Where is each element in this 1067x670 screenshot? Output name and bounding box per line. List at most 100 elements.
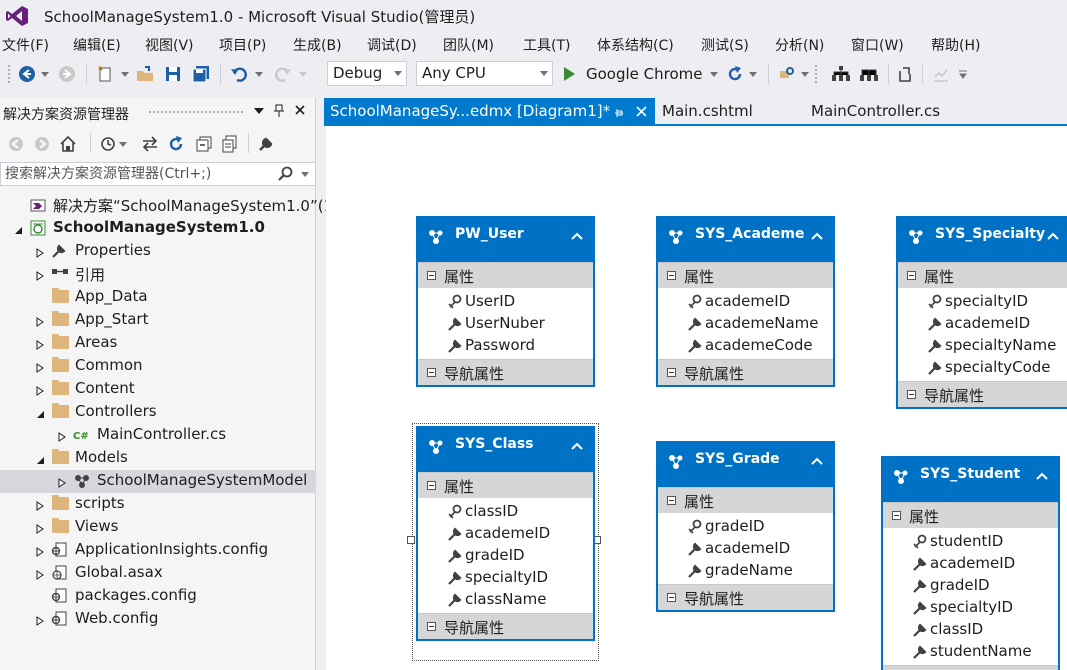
solution-platform-select[interactable]: Any CPU	[416, 61, 553, 86]
back-icon[interactable]	[6, 134, 26, 154]
chevron-up-icon[interactable]	[571, 438, 583, 454]
entity-property[interactable]: specialtyCode	[898, 357, 1067, 379]
entity-header[interactable]: SYS_Grade	[658, 443, 833, 487]
menu-debug[interactable]: 调试(D)	[367, 34, 417, 56]
search-icon[interactable]	[277, 166, 293, 182]
entity-property[interactable]: academeID	[658, 538, 833, 560]
tree-item[interactable]: Models	[0, 447, 316, 470]
collapsed-arrow-icon[interactable]	[57, 476, 67, 488]
collapsed-arrow-icon[interactable]	[57, 430, 67, 442]
navigation-section-header[interactable]: 导航属性	[418, 613, 593, 639]
properties-section-header[interactable]: 属性	[658, 487, 833, 513]
entity-sys-specialty[interactable]: SYS_Specialty 属性 specialtyID academeID speci…	[896, 216, 1067, 409]
entity-pw-user[interactable]: PW_User 属性 UserID UserNuber Password 导航属性	[416, 216, 595, 387]
navigation-section-header[interactable]: 导航属性	[658, 359, 833, 385]
collapse-minus-icon[interactable]	[667, 368, 676, 377]
menu-build[interactable]: 生成(B)	[293, 34, 342, 56]
edmx-designer-surface[interactable]: PW_User 属性 UserID UserNuber Password 导航属性 SYS_…	[326, 126, 1067, 670]
tree-item[interactable]: App_Start	[0, 309, 316, 332]
entity-header[interactable]: SYS_Student	[883, 458, 1058, 502]
menu-analyze[interactable]: 分析(N)	[775, 34, 824, 56]
collapse-minus-icon[interactable]	[427, 368, 436, 377]
entity-property[interactable]: gradeID	[658, 516, 833, 538]
entity-property[interactable]: academeCode	[658, 335, 833, 357]
tree-item[interactable]: Areas	[0, 332, 316, 355]
collapse-minus-icon[interactable]	[667, 593, 676, 602]
collapse-minus-icon[interactable]	[892, 511, 901, 520]
tree-item[interactable]: App_Data	[0, 286, 316, 309]
navigate-back-icon[interactable]	[16, 62, 38, 86]
refresh-icon[interactable]	[166, 134, 186, 154]
expanded-arrow-icon[interactable]	[13, 223, 23, 234]
chevron-up-icon[interactable]	[571, 228, 583, 244]
properties-section-header[interactable]: 属性	[658, 262, 833, 288]
pin-icon[interactable]	[614, 107, 624, 119]
toolbar-grip-icon[interactable]	[4, 62, 14, 86]
properties-section-header[interactable]: 属性	[418, 262, 593, 288]
menu-view[interactable]: 视图(V)	[145, 34, 194, 56]
navigation-section-header[interactable]: 导航属性	[658, 584, 833, 610]
sync-with-document-icon[interactable]	[140, 134, 160, 154]
collapsed-arrow-icon[interactable]	[35, 384, 45, 396]
tree-item[interactable]: SchoolManageSystem1.0	[0, 217, 316, 240]
entity-header[interactable]: SYS_Academe	[658, 218, 833, 262]
collapse-minus-icon[interactable]	[667, 496, 676, 505]
toolbar-overflow-icon[interactable]	[956, 62, 970, 86]
entity-property[interactable]: UserNuber	[418, 313, 593, 335]
entity-property[interactable]: studentID	[883, 531, 1058, 553]
save-all-icon[interactable]	[190, 62, 212, 86]
solution-configuration-select[interactable]: Debug	[327, 61, 407, 86]
chevron-down-icon[interactable]	[118, 134, 128, 154]
model-browser-icon[interactable]	[858, 62, 880, 86]
tree-item[interactable]: SchoolManageSystemModel	[0, 470, 316, 493]
tab-main-controller[interactable]: MainController.cs	[805, 98, 955, 126]
tree-item[interactable]: Properties	[0, 240, 316, 263]
menu-architecture[interactable]: 体系结构(C)	[597, 34, 674, 56]
collapsed-arrow-icon[interactable]	[35, 338, 45, 350]
tree-item[interactable]: packages.config	[0, 585, 316, 608]
navigation-section-header[interactable]: 导航属性	[418, 359, 593, 385]
menu-tools[interactable]: 工具(T)	[523, 34, 570, 56]
close-icon[interactable]	[292, 102, 308, 119]
redo-icon[interactable]	[272, 62, 294, 86]
expanded-arrow-icon[interactable]	[35, 453, 45, 464]
entity-property[interactable]: academeID	[883, 553, 1058, 575]
entity-property[interactable]: className	[418, 589, 593, 611]
forward-icon[interactable]	[32, 134, 52, 154]
entity-header[interactable]: SYS_Class	[418, 428, 593, 472]
tree-item[interactable]: Common	[0, 355, 316, 378]
tree-item[interactable]: ApplicationInsights.config	[0, 539, 316, 562]
chevron-up-icon[interactable]	[1036, 468, 1048, 484]
menu-test[interactable]: 测试(S)	[701, 34, 749, 56]
entity-property[interactable]: specialtyID	[883, 597, 1058, 619]
refresh-icon[interactable]	[724, 62, 746, 86]
tab-main-cshtml[interactable]: Main.cshtml	[656, 98, 786, 126]
entity-header[interactable]: SYS_Specialty	[898, 218, 1067, 262]
save-icon[interactable]	[162, 62, 184, 86]
undo-icon[interactable]	[228, 62, 250, 86]
pin-icon[interactable]	[271, 102, 287, 122]
find-in-files-icon[interactable]	[776, 62, 798, 86]
panel-drag-grip[interactable]	[148, 110, 244, 115]
tree-item[interactable]: scripts	[0, 493, 316, 516]
menu-help[interactable]: 帮助(H)	[931, 34, 980, 56]
tree-item[interactable]: 解决方案“SchoolManageSystem1.0”(1 -	[0, 194, 343, 217]
tree-item[interactable]: Global.asax	[0, 562, 316, 585]
new-project-icon[interactable]	[94, 62, 116, 86]
menu-team[interactable]: 团队(M)	[443, 34, 494, 56]
collapse-all-icon[interactable]	[194, 134, 214, 154]
entity-property[interactable]: UserID	[418, 291, 593, 313]
open-file-icon[interactable]	[134, 62, 156, 86]
entity-property[interactable]: gradeID	[418, 545, 593, 567]
properties-section-header[interactable]: 属性	[898, 262, 1067, 288]
menu-edit[interactable]: 编辑(E)	[73, 34, 121, 56]
pending-changes-filter-icon[interactable]	[98, 134, 118, 154]
tree-item[interactable]: Controllers	[0, 401, 316, 424]
chevron-down-icon[interactable]	[254, 62, 264, 86]
entity-property[interactable]: Password	[418, 335, 593, 357]
chevron-down-icon[interactable]	[800, 62, 810, 86]
tree-item[interactable]: Content	[0, 378, 316, 401]
entity-property[interactable]: classID	[883, 619, 1058, 641]
navigate-forward-icon[interactable]	[56, 62, 78, 86]
properties-section-header[interactable]: 属性	[883, 502, 1058, 528]
